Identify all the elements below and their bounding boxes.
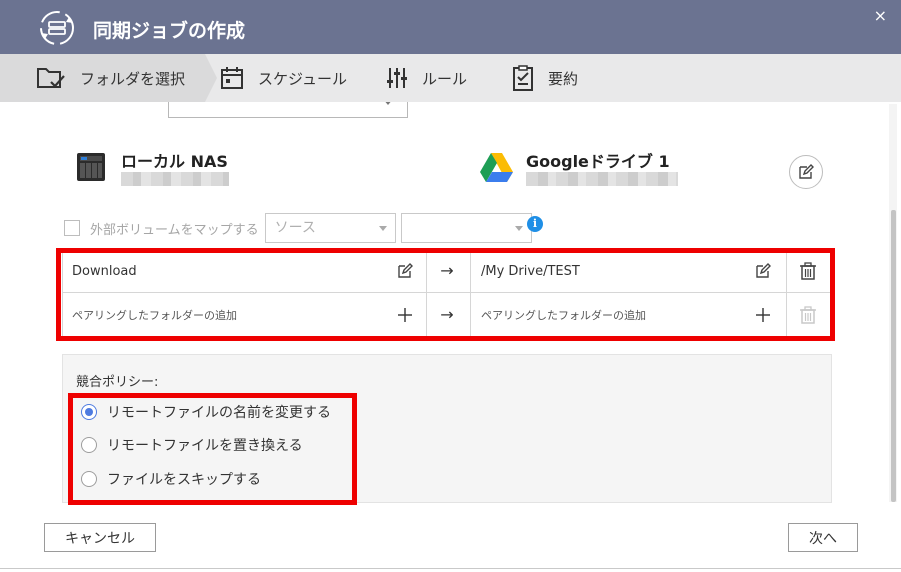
source-address-redacted: [121, 172, 229, 186]
step-select-folder[interactable]: フォルダを選択: [0, 54, 217, 102]
add-remote-folder-text[interactable]: ペアリングしたフォルダーの追加: [481, 293, 646, 337]
plus-icon[interactable]: [753, 305, 773, 325]
remote-folder: /My Drive/TEST: [481, 263, 580, 279]
source-name: ローカル NAS: [121, 152, 228, 171]
plus-icon[interactable]: [395, 305, 415, 325]
trash-icon-disabled: [798, 305, 818, 325]
clipboard-check-icon: [513, 65, 533, 91]
window-title: 同期ジョブの作成: [93, 20, 246, 42]
nas-icon: [77, 153, 105, 181]
edit-local-folder-icon[interactable]: [395, 261, 415, 281]
destination-name: Googleドライブ 1: [526, 152, 670, 171]
sync-job-icon: [40, 11, 74, 45]
step-label: ルール: [422, 69, 468, 88]
scrollbar-thumb[interactable]: [891, 210, 896, 502]
map-volume-row: 外部ボリュームをマップする ソース: [64, 213, 532, 243]
table-row: ペアリングしたフォルダーの追加 → ペアリングしたフォルダーの追加: [63, 293, 831, 337]
trash-icon[interactable]: [798, 261, 818, 281]
destination-account-redacted: [526, 172, 678, 186]
conflict-policy-label: 競合ポリシー:: [76, 375, 159, 390]
volume-select[interactable]: [400, 213, 532, 243]
arrow-right-icon: →: [440, 261, 454, 280]
step-label: フォルダを選択: [80, 69, 186, 88]
policy-option-skip[interactable]: ファイルをスキップする: [81, 468, 261, 490]
radio[interactable]: [81, 437, 97, 453]
source-volume-placeholder: ソース: [274, 220, 316, 236]
edit-icon: [799, 164, 814, 179]
step-schedule[interactable]: スケジュール: [220, 54, 347, 102]
sliders-icon: [387, 68, 407, 88]
policy-option-replace[interactable]: リモートファイルを置き換える: [81, 434, 303, 456]
info-icon[interactable]: i: [527, 216, 543, 232]
edit-destination-button[interactable]: [789, 155, 823, 189]
close-icon[interactable]: ×: [874, 6, 887, 25]
step-label: 要約: [548, 69, 579, 88]
step-rules[interactable]: ルール: [386, 54, 467, 102]
wizard-steps: フォルダを選択 スケジュール ルール 要約: [0, 54, 901, 102]
edit-remote-folder-icon[interactable]: [753, 261, 773, 281]
policy-option-rename[interactable]: リモートファイルの名前を変更する: [81, 401, 331, 423]
calendar-icon: [221, 67, 243, 89]
title-bar: 同期ジョブの作成 ×: [0, 0, 901, 54]
table-row: Download → /My Drive/TEST: [63, 249, 831, 293]
arrow-right-icon: →: [440, 305, 454, 324]
folder-check-icon: [37, 68, 65, 88]
add-local-folder-text[interactable]: ペアリングしたフォルダーの追加: [72, 293, 237, 337]
google-drive-icon: [480, 153, 513, 182]
radio[interactable]: [81, 471, 97, 487]
source-volume-select[interactable]: ソース: [264, 213, 396, 243]
map-volume-checkbox[interactable]: [64, 220, 80, 236]
next-button[interactable]: 次へ: [788, 523, 858, 552]
local-folder: Download: [72, 263, 137, 279]
folder-pair-table: Download → /My Drive/TEST ペアリングしたフォルダーの追…: [62, 248, 832, 337]
step-summary[interactable]: 要約: [512, 54, 578, 102]
radio-selected[interactable]: [81, 404, 97, 420]
map-volume-label: 外部ボリュームをマップする: [90, 222, 259, 238]
cancel-button[interactable]: キャンセル: [44, 523, 156, 552]
partial-select[interactable]: [168, 102, 408, 118]
step-label: スケジュール: [258, 69, 347, 88]
